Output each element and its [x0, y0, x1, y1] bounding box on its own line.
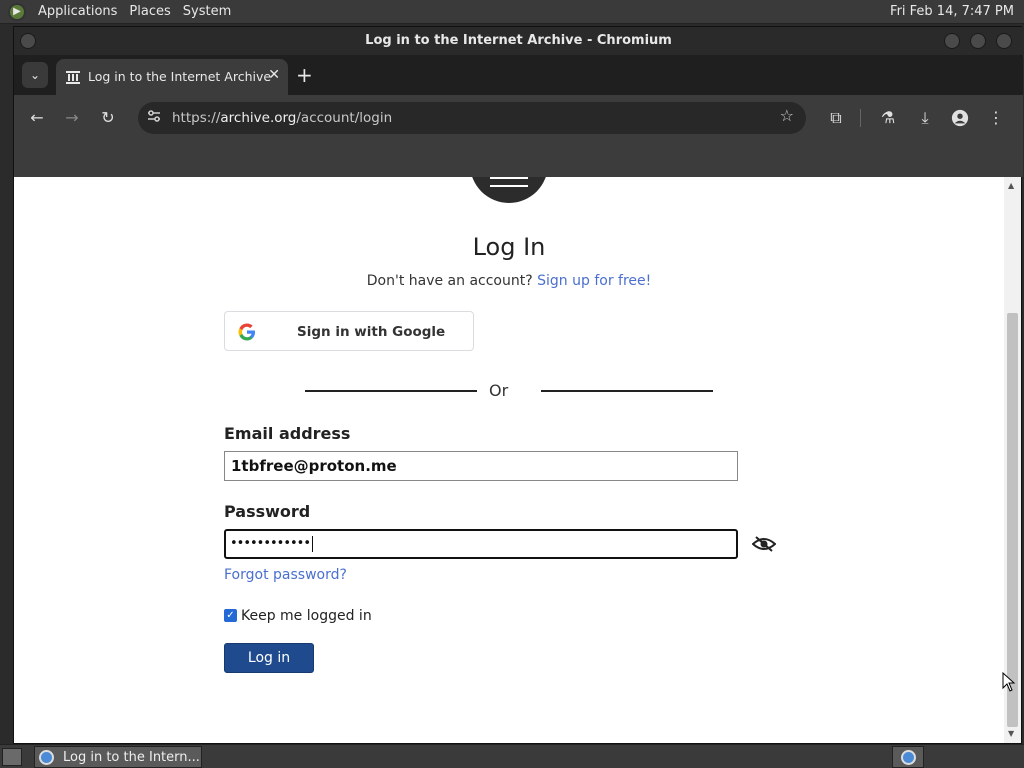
page-scrollbar[interactable]: ▲ ▼ — [1004, 177, 1021, 743]
bottom-taskbar: Log in to the Intern... — [0, 744, 1024, 768]
more-menu-kebab-icon[interactable]: ⋮ — [982, 104, 1010, 132]
browser-window: Log in to the Internet Archive - Chromiu… — [13, 26, 1023, 744]
page-viewport: Log In Don't have an account? Sign up fo… — [14, 177, 1004, 743]
distro-logo-icon[interactable]: ▶ — [8, 2, 26, 21]
text-caret — [312, 535, 314, 552]
taskbar-item-label: Log in to the Intern... — [63, 750, 200, 765]
scroll-down-arrow-icon[interactable]: ▼ — [1008, 729, 1014, 738]
divider-left — [305, 390, 477, 392]
login-button[interactable]: Log in — [224, 643, 314, 673]
show-password-eye-icon[interactable] — [752, 535, 776, 553]
no-account-text: Don't have an account? — [366, 273, 533, 289]
or-separator: Or — [489, 381, 509, 400]
tab-active[interactable]: Log in to the Internet Archive ✕ — [56, 59, 288, 95]
forward-arrow-icon[interactable]: → — [58, 104, 86, 132]
bookmark-star-icon[interactable]: ☆ — [780, 106, 794, 125]
chromium-tray-icon — [901, 750, 916, 765]
scroll-up-arrow-icon[interactable]: ▲ — [1008, 181, 1014, 190]
window-titlebar[interactable]: Log in to the Internet Archive - Chromiu… — [14, 27, 1023, 55]
close-window-button[interactable] — [996, 33, 1012, 49]
reload-icon[interactable]: ↻ — [94, 104, 122, 132]
bookmarks-bar — [14, 141, 1023, 177]
top-panel: ▶ Applications Places System Fri Feb 14,… — [0, 0, 1024, 24]
mouse-cursor-icon — [1002, 672, 1016, 692]
sign-in-with-google-button[interactable]: Sign in with Google — [224, 311, 474, 351]
signup-prompt: Don't have an account? Sign up for free! — [14, 273, 1004, 289]
archive-favicon-icon — [66, 71, 80, 84]
tab-close-icon[interactable]: ✕ — [268, 67, 280, 83]
url-host: archive.org — [220, 110, 297, 126]
window-menu-button[interactable] — [20, 33, 36, 49]
scroll-thumb[interactable] — [1007, 313, 1018, 727]
keep-logged-in-checkbox[interactable]: ✓ — [224, 609, 237, 622]
google-button-label: Sign in with Google — [297, 324, 446, 340]
back-arrow-icon[interactable]: ← — [23, 104, 51, 132]
chromium-icon — [39, 750, 54, 765]
taskbar-item-chromium[interactable]: Log in to the Intern... — [34, 746, 202, 768]
forgot-password-link[interactable]: Forgot password? — [224, 567, 347, 583]
profile-avatar-icon[interactable] — [946, 104, 974, 132]
address-bar[interactable]: https://archive.org/account/login ☆ — [138, 102, 806, 134]
tab-title: Log in to the Internet Archive — [88, 69, 272, 84]
maximize-button[interactable] — [970, 33, 986, 49]
password-label: Password — [224, 502, 311, 521]
labs-flask-icon[interactable]: ⚗ — [874, 104, 902, 132]
email-label: Email address — [224, 424, 351, 443]
site-info-icon[interactable] — [146, 108, 162, 124]
extensions-puzzle-icon[interactable]: ⧉ — [822, 104, 850, 132]
internet-archive-logo-icon — [470, 177, 548, 203]
keep-logged-in-label[interactable]: Keep me logged in — [241, 608, 372, 624]
show-desktop-icon[interactable] — [2, 748, 22, 766]
email-input[interactable]: 1tbfree@proton.me — [224, 451, 738, 481]
workspace-switcher[interactable] — [892, 746, 924, 768]
tab-search-chevron-icon[interactable]: ⌄ — [22, 62, 48, 88]
toolbar-divider — [860, 109, 861, 127]
url-scheme: https:// — [172, 110, 221, 126]
google-g-icon — [238, 323, 255, 341]
page-title: Log In — [472, 233, 546, 261]
url-text: https://archive.org/account/login — [172, 110, 392, 126]
signup-link[interactable]: Sign up for free! — [537, 273, 651, 289]
downloads-icon[interactable]: ⤓ — [911, 104, 939, 132]
menu-system[interactable]: System — [183, 4, 231, 19]
minimize-button[interactable] — [944, 33, 960, 49]
browser-toolbar: ← → ↻ https://archive.org/account/login … — [14, 95, 1023, 141]
password-input[interactable]: •••••••••••• — [224, 529, 738, 559]
tab-strip: ⌄ Log in to the Internet Archive ✕ + — [14, 57, 1023, 95]
new-tab-plus-icon[interactable]: + — [296, 63, 313, 87]
clock[interactable]: Fri Feb 14, 7:47 PM — [890, 4, 1014, 19]
divider-right — [541, 390, 713, 392]
menu-applications[interactable]: Applications — [38, 4, 117, 19]
url-path: /account/login — [296, 110, 393, 126]
window-title: Log in to the Internet Archive - Chromiu… — [365, 33, 672, 48]
password-masked-value: •••••••••••• — [230, 536, 311, 551]
menu-places[interactable]: Places — [129, 4, 170, 19]
